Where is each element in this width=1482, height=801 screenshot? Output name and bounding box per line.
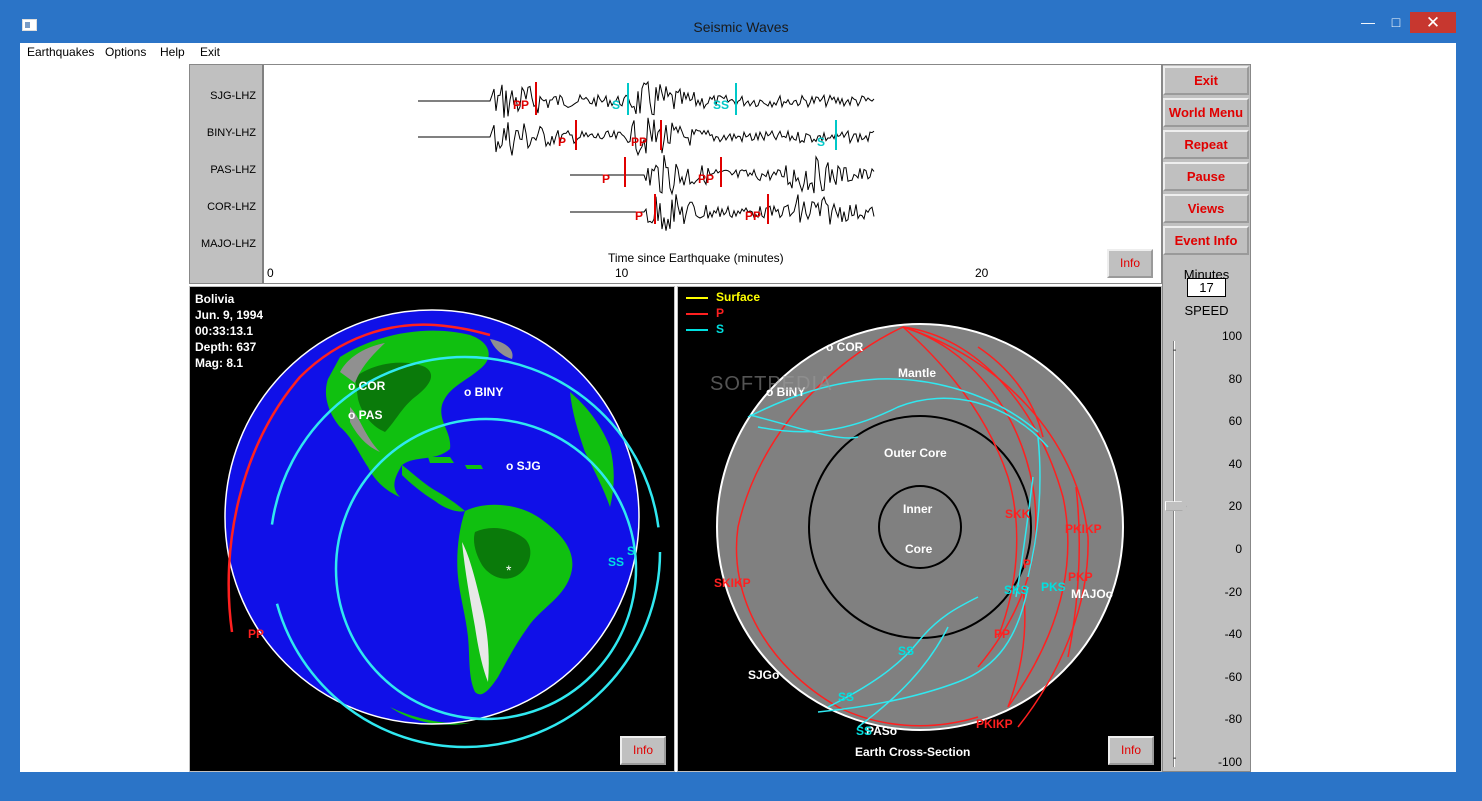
legend-s: S [716,322,725,336]
speed-scale-label: -80 [1224,712,1242,727]
phase-marker-label: PP [698,172,714,186]
views-button[interactable]: Views [1163,194,1249,223]
watermark: SOFTPEDIA [710,373,833,395]
pause-button[interactable]: Pause [1163,162,1249,191]
phase-label: PKIKP [1065,522,1102,536]
menu-help[interactable]: Help [160,45,185,59]
menu-earthquakes[interactable]: Earthquakes [27,45,94,59]
cross-section-caption: Earth Cross-Section [855,745,971,759]
speed-scale-label: 100 [1221,329,1242,343]
cross-section-panel: Surface P S Mantle Outer Core Inner Core… [677,286,1162,772]
time-axis-title: Time since Earthquake (minutes) [608,251,784,265]
phase-label: SS [856,724,873,738]
seismogram-trace [570,194,875,231]
speed-scale-label: 80 [1228,371,1242,386]
speed-scale-label: 40 [1228,456,1242,471]
globe-panel: * Bolivia Jun. 9, 1994 00:33:13.1 Depth:… [189,286,675,772]
menu-bar: Earthquakes Options Help Exit [20,43,1456,62]
layer-mantle: Mantle [898,366,937,380]
phase-marker-label: S [612,98,620,112]
speed-scale-label: -40 [1224,627,1242,642]
phase-marker-label: SS [713,98,729,112]
phase-label: SKK [1005,507,1031,521]
globe-map: * [224,309,662,749]
event-location: Bolivia [195,292,235,306]
globe-wave-label: SS [608,555,625,569]
menu-exit[interactable]: Exit [200,45,220,59]
speed-scale-label: 20 [1228,499,1242,514]
maximize-button[interactable]: □ [1382,12,1410,33]
phase-label: SKS [1004,583,1029,597]
minimize-button[interactable]: — [1354,12,1382,33]
globe-wave-label: S [627,544,636,558]
globe-info-button[interactable]: Info [620,736,666,765]
event-time: 00:33:13.1 [195,324,254,338]
station-biny[interactable]: o BINY [464,385,503,399]
phase-marker-label: P [558,135,566,149]
seismogram-panel: SJG-LHZ BINY-LHZ PAS-LHZ COR-LHZ MAJO-LH… [189,64,1162,284]
world-menu-button[interactable]: World Menu [1163,98,1249,127]
speed-scale-label: 0 [1235,542,1242,556]
phase-label: SS [838,690,855,704]
window-frame-bottom [12,772,1464,781]
phase-label: P [1023,557,1032,571]
phase-marker-label: PP [513,98,529,112]
phase-marker-label: S [817,135,825,149]
time-tick: 10 [615,266,629,280]
time-tick: 0 [267,266,274,280]
slider-tick: - [1173,345,1177,356]
speed-scale-label: -20 [1224,584,1242,599]
close-button[interactable]: ✕ [1410,12,1456,33]
phase-marker-label: P [602,172,610,186]
minutes-display: 17 [1187,278,1226,297]
event-info-button[interactable]: Event Info [1163,226,1249,255]
layer-outer-core: Outer Core [884,446,947,460]
speed-scale-label: -100 [1217,755,1242,769]
epicenter-marker: * [506,562,512,578]
exit-button[interactable]: Exit [1163,66,1249,95]
time-tick: 20 [975,266,989,280]
speed-label: SPEED [1184,303,1229,318]
menu-options[interactable]: Options [105,45,146,59]
window-title: Seismic Waves [693,19,789,35]
layer-inner-core: Inner [903,502,933,516]
event-magnitude: Mag: 8.1 [195,356,244,370]
station-pas[interactable]: o PAS [348,408,382,422]
slider-tick: - [1173,753,1177,764]
station-sjg[interactable]: o SJG [506,459,541,473]
globe-wave-label: PP [248,627,265,641]
cross-station-cor[interactable]: o COR [826,340,863,354]
seismogram-trace [418,80,875,118]
phase-label: PKS [1041,580,1066,594]
caribbean [428,457,454,463]
phase-label: PKIKP [976,717,1013,731]
cross-section-info-button[interactable]: Info [1108,736,1154,765]
phase-label: SS [898,644,915,658]
phase-marker-label: P [635,209,643,223]
speed-scale-label: -60 [1224,669,1242,684]
legend-surface: Surface [716,290,761,304]
phase-label: PP [994,627,1011,641]
phase-marker-label: PP [745,209,761,223]
legend-p: P [716,306,725,320]
cross-station-majo[interactable]: MAJOo [1071,587,1113,601]
caribbean [465,465,483,469]
seismogram-info-button[interactable]: Info [1107,249,1153,278]
event-date: Jun. 9, 1994 [195,308,264,322]
title-bar[interactable]: Seismic Waves — □ ✕ [0,0,1482,43]
phase-marker-label: PP [631,135,647,149]
phase-label: SKIKP [714,576,751,590]
event-depth: Depth: 637 [195,340,257,354]
speed-slider-track[interactable] [1173,341,1175,767]
cross-station-sjg[interactable]: SJGo [748,668,779,682]
app-window: Seismic Waves — □ ✕ Earthquakes Options … [0,0,1482,801]
phase-label: PKP [1068,570,1093,584]
speed-scale-label: 60 [1228,414,1242,429]
repeat-button[interactable]: Repeat [1163,130,1249,159]
layer-inner-core-2: Core [905,542,933,556]
speed-slider-thumb[interactable] [1165,501,1187,512]
station-cor[interactable]: o COR [348,379,385,393]
